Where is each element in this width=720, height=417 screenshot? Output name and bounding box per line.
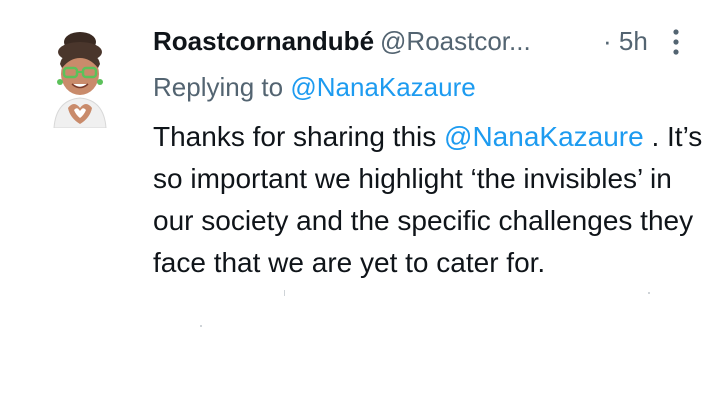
artifact-dot xyxy=(648,292,650,294)
memoji-avatar-icon xyxy=(53,32,107,129)
timestamp[interactable]: · 5h xyxy=(603,22,648,60)
artifact-dot xyxy=(284,290,285,296)
tweet-text-part1: Thanks for sharing this xyxy=(153,121,445,152)
tweet-header: Roastcornandubé @Roastcor... · 5h xyxy=(153,22,713,60)
replying-to-line: Replying to @NanaKazaure xyxy=(153,68,476,106)
user-handle[interactable]: @Roastcor... xyxy=(380,26,531,56)
tweet-mention-link[interactable]: @NanaKazaure xyxy=(444,121,644,152)
display-name[interactable]: Roastcornandubé xyxy=(153,26,374,56)
more-vertical-icon[interactable] xyxy=(672,28,680,56)
tweet-text: Thanks for sharing this @NanaKazaure . I… xyxy=(153,116,713,284)
user-avatar[interactable] xyxy=(40,28,120,129)
reply-mention-link[interactable]: @NanaKazaure xyxy=(290,72,475,102)
tweet-card[interactable]: Roastcornandubé @Roastcor... · 5h Replyin… xyxy=(0,0,720,417)
artifact-dot xyxy=(200,325,202,327)
reply-prefix: Replying to xyxy=(153,72,284,102)
